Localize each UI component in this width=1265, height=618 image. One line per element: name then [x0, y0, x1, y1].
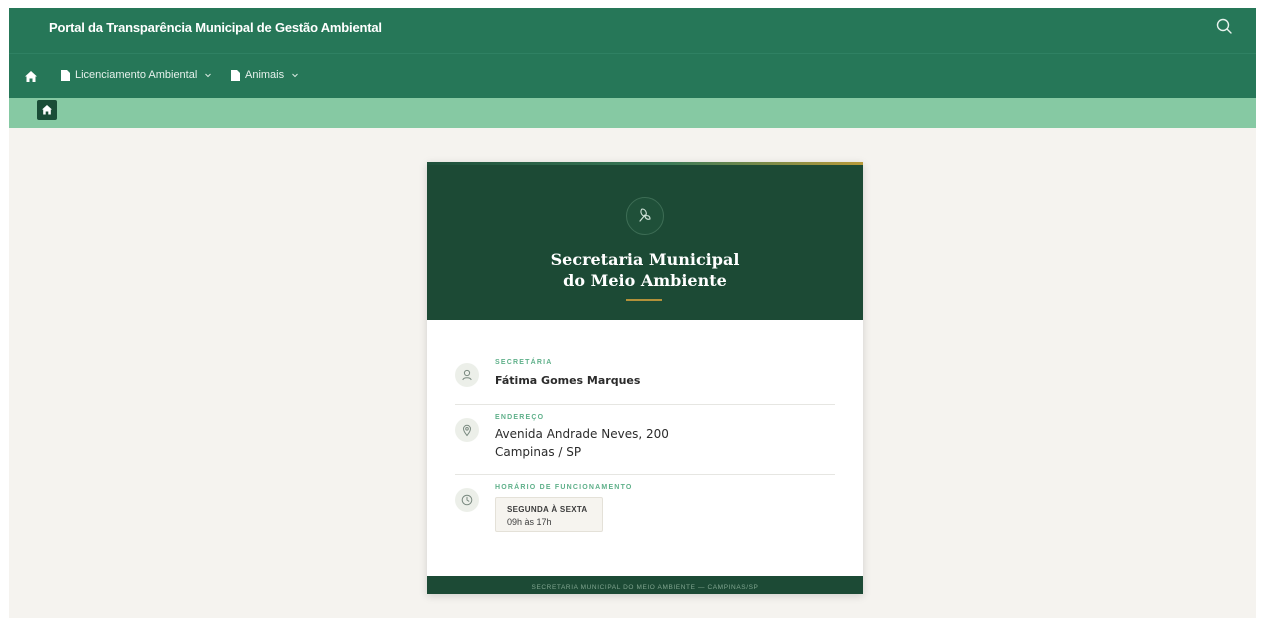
row-label: HORÁRIO DE FUNCIONAMENTO: [495, 484, 633, 491]
breadcrumb: [9, 98, 1256, 128]
leaf-icon: [626, 197, 664, 235]
row-value-line1: Avenida Andrade Neves, 200: [495, 427, 669, 441]
opening-hours-box: SEGUNDA À SEXTA 09h às 17h: [495, 497, 603, 532]
card-header: Secretaria Municipal do Meio Ambiente: [427, 165, 863, 320]
nav-item-label: Animais: [245, 69, 285, 81]
row-label: ENDEREÇO: [495, 414, 545, 421]
row-label: SECRETÁRIA: [495, 359, 553, 366]
chevron-down-icon: [205, 73, 212, 78]
page-frame: Portal da Transparência Municipal de Ges…: [9, 8, 1256, 618]
row-divider: [455, 474, 835, 475]
nav-item-licenciamento-ambiental[interactable]: Licenciamento Ambiental: [61, 69, 212, 81]
home-icon: [42, 105, 52, 115]
person-icon: [455, 363, 479, 387]
card-title: Secretaria Municipal do Meio Ambiente: [427, 249, 863, 291]
opening-time: 09h às 17h: [507, 517, 552, 527]
info-row-secretaria: SECRETÁRIA Fátima Gomes Marques: [455, 357, 835, 397]
document-icon: [231, 69, 240, 81]
nav-item-animais[interactable]: Animais: [231, 69, 299, 81]
main-navigation: Licenciamento Ambiental Animais: [9, 53, 1256, 98]
home-icon[interactable]: [22, 68, 40, 86]
location-pin-icon: [455, 418, 479, 442]
row-value-line2: Campinas / SP: [495, 445, 582, 459]
clock-icon: [455, 488, 479, 512]
nav-item-label: Licenciamento Ambiental: [75, 69, 198, 81]
row-value: Fátima Gomes Marques: [495, 374, 641, 387]
info-row-horario: HORÁRIO DE FUNCIONAMENTO SEGUNDA À SEXTA…: [455, 482, 835, 542]
title-divider: [626, 299, 662, 301]
card-footer: SECRETARIA MUNICIPAL DO MEIO AMBIENTE — …: [427, 576, 863, 594]
card-title-line1: Secretaria Municipal: [550, 250, 740, 269]
row-divider: [455, 404, 835, 405]
top-header-bar: Portal da Transparência Municipal de Ges…: [9, 8, 1256, 53]
document-icon: [61, 69, 70, 81]
card-title-line2: do Meio Ambiente: [563, 271, 727, 290]
info-row-endereco: ENDEREÇO Avenida Andrade Neves, 200 Camp…: [455, 412, 835, 468]
site-title[interactable]: Portal da Transparência Municipal de Ges…: [49, 20, 382, 35]
search-icon[interactable]: [1214, 16, 1236, 38]
secretariat-info-card: Secretaria Municipal do Meio Ambiente SE…: [427, 162, 863, 594]
chevron-down-icon: [292, 73, 298, 78]
opening-days: SEGUNDA À SEXTA: [507, 505, 588, 514]
breadcrumb-home-button[interactable]: [37, 100, 57, 120]
